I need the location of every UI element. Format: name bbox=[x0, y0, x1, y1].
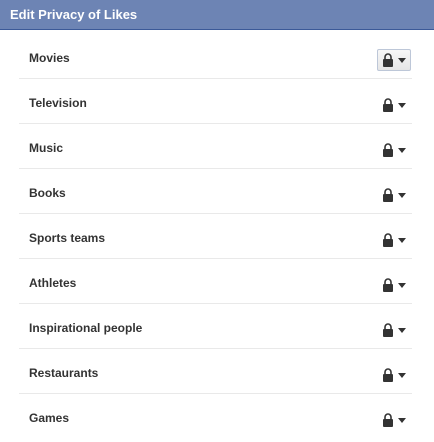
dialog-header: Edit Privacy of Likes bbox=[0, 0, 434, 30]
category-label: Restaurants bbox=[29, 366, 99, 380]
category-row-movies: Movies bbox=[19, 34, 412, 79]
category-label: Sports teams bbox=[29, 231, 106, 245]
privacy-selector-button[interactable] bbox=[377, 139, 411, 161]
category-label: Games bbox=[29, 411, 70, 425]
category-label: Athletes bbox=[29, 276, 77, 290]
privacy-selector-button[interactable] bbox=[377, 94, 411, 116]
category-label: Books bbox=[29, 186, 66, 200]
lock-icon bbox=[383, 53, 393, 67]
chevron-down-icon bbox=[398, 417, 406, 423]
category-label: Music bbox=[29, 141, 64, 155]
privacy-selector-button[interactable] bbox=[377, 49, 411, 71]
lock-icon bbox=[383, 233, 393, 247]
chevron-down-icon bbox=[398, 327, 406, 333]
category-row-athletes: Athletes bbox=[19, 259, 412, 304]
category-row-sports-teams: Sports teams bbox=[19, 214, 412, 259]
chevron-down-icon bbox=[398, 282, 406, 288]
lock-icon bbox=[383, 188, 393, 202]
likes-category-list: Movies Television Music Books Sports tea… bbox=[19, 34, 412, 439]
chevron-down-icon bbox=[398, 372, 406, 378]
chevron-down-icon bbox=[398, 192, 406, 198]
privacy-selector-button[interactable] bbox=[377, 184, 411, 206]
chevron-down-icon bbox=[398, 102, 406, 108]
category-row-inspirational-people: Inspirational people bbox=[19, 304, 412, 349]
lock-icon bbox=[383, 413, 393, 427]
chevron-down-icon bbox=[398, 237, 406, 243]
category-row-music: Music bbox=[19, 124, 412, 169]
edit-privacy-dialog: Edit Privacy of Likes Movies Television bbox=[0, 0, 434, 442]
category-label: Movies bbox=[29, 51, 70, 65]
category-row-restaurants: Restaurants bbox=[19, 349, 412, 394]
privacy-selector-button[interactable] bbox=[377, 319, 411, 341]
privacy-selector-button[interactable] bbox=[377, 364, 411, 386]
lock-icon bbox=[383, 143, 393, 157]
category-label: Television bbox=[29, 96, 87, 110]
privacy-selector-button[interactable] bbox=[377, 274, 411, 296]
chevron-down-icon bbox=[398, 57, 406, 63]
category-row-television: Television bbox=[19, 79, 412, 124]
category-label: Inspirational people bbox=[29, 321, 143, 335]
category-row-games: Games bbox=[19, 394, 412, 439]
lock-icon bbox=[383, 278, 393, 292]
lock-icon bbox=[383, 98, 393, 112]
privacy-selector-button[interactable] bbox=[377, 229, 411, 251]
chevron-down-icon bbox=[398, 147, 406, 153]
lock-icon bbox=[383, 368, 393, 382]
privacy-selector-button[interactable] bbox=[377, 409, 411, 431]
category-row-books: Books bbox=[19, 169, 412, 214]
dialog-title: Edit Privacy of Likes bbox=[10, 7, 138, 22]
lock-icon bbox=[383, 323, 393, 337]
